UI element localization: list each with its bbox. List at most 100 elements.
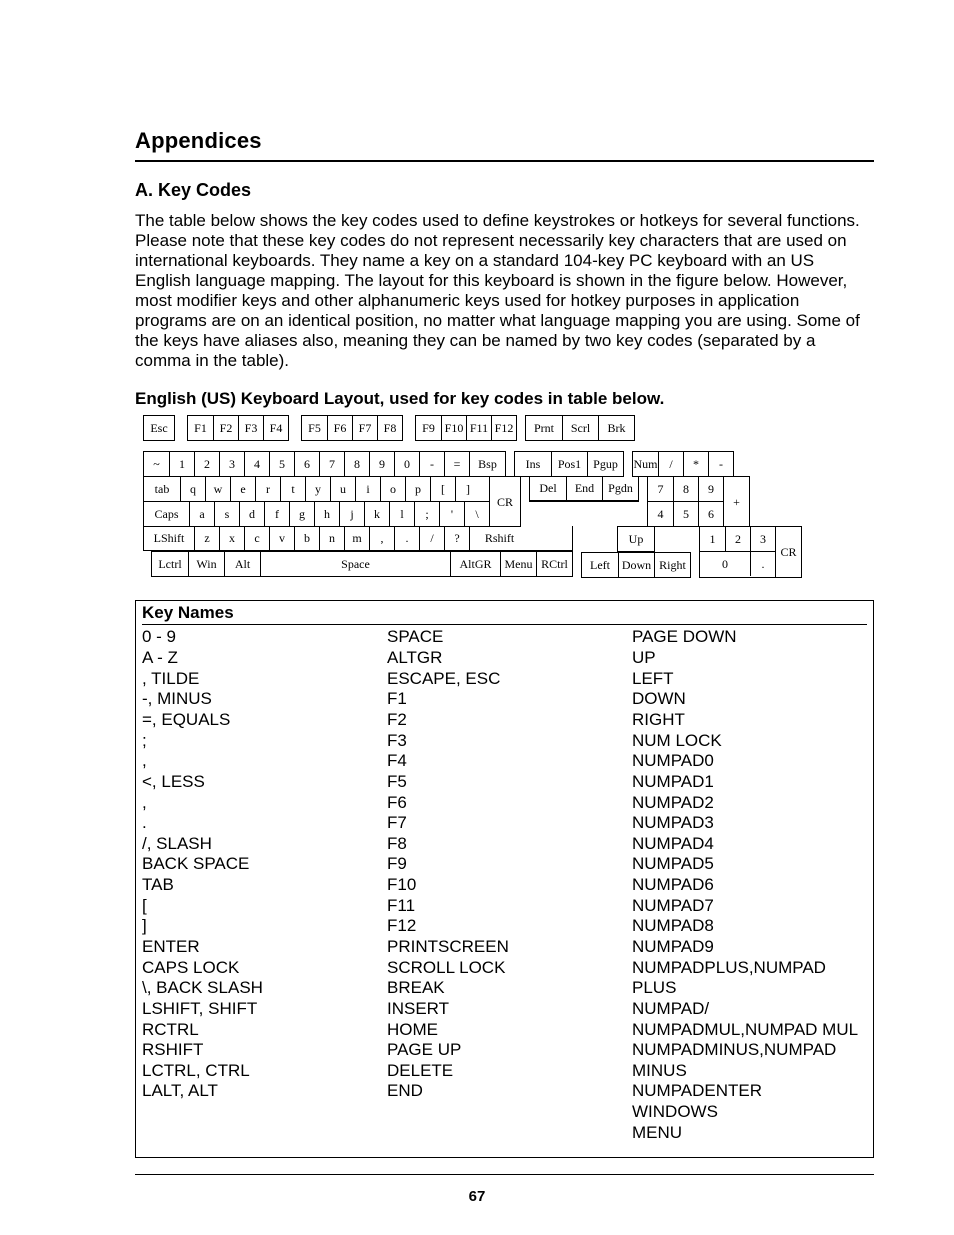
key--: -	[708, 452, 733, 476]
key--: ,	[369, 526, 394, 550]
page-number: 67	[0, 1188, 954, 1205]
key-name-entry: F8	[387, 834, 632, 855]
key-name-entry: ESCAPE, ESC	[387, 669, 632, 690]
key-name-entry: SCROLL LOCK	[387, 958, 632, 979]
key-name-entry: NUMPAD7	[632, 896, 867, 917]
key-name-entry: F11	[387, 896, 632, 917]
key-name-entry: TAB	[142, 875, 387, 896]
key-names-col2: SPACEALTGRESCAPE, ESCF1F2F3F4F5F6F7F8F9F…	[387, 627, 632, 1143]
key-tab: tab	[144, 477, 180, 501]
key-name-entry: WINDOWS	[632, 1102, 867, 1123]
key-f12: F12	[491, 416, 516, 440]
key-numpad-plus: +	[723, 477, 749, 526]
key-name-entry: BACK SPACE	[142, 854, 387, 875]
key-o: o	[380, 477, 405, 501]
key-caps: Caps	[144, 502, 189, 526]
key-f2: F2	[213, 416, 238, 440]
key-win: Win	[188, 552, 224, 576]
key-4: 4	[648, 502, 673, 526]
key-name-entry: F1	[387, 689, 632, 710]
key-5: 5	[269, 452, 294, 476]
key-0: 0	[394, 452, 419, 476]
section-a-heading: A. Key Codes	[135, 180, 874, 201]
key-brk: Brk	[598, 416, 634, 440]
key-name-entry: , TILDE	[142, 669, 387, 690]
key-j: j	[339, 502, 364, 526]
key-rshift: Rshift	[469, 526, 529, 550]
key-name-entry: LCTRL, CTRL	[142, 1061, 387, 1082]
key-name-entry: F2	[387, 710, 632, 731]
key--: *	[683, 452, 708, 476]
key-name-entry: NUMPAD1	[632, 772, 867, 793]
key-name-entry: NUMPAD/	[632, 999, 867, 1020]
key-name-entry: SPACE	[387, 627, 632, 648]
key-name-entry: INSERT	[387, 999, 632, 1020]
key-name-entry: /, SLASH	[142, 834, 387, 855]
key-name-entry: BREAK	[387, 978, 632, 999]
key-8: 8	[673, 477, 698, 501]
key--: [	[430, 477, 455, 501]
key-name-entry: 0 - 9	[142, 627, 387, 648]
key--: ~	[144, 452, 169, 476]
key-3: 3	[750, 527, 775, 551]
key-9: 9	[369, 452, 394, 476]
key-down: Down	[618, 553, 654, 577]
key-space: Space	[260, 552, 450, 576]
key-name-entry: [	[142, 896, 387, 917]
key-f6: F6	[327, 416, 352, 440]
key-alt: Alt	[224, 552, 260, 576]
key-r: r	[255, 477, 280, 501]
key-del: Del	[530, 476, 566, 500]
key-scrl: Scrl	[562, 416, 598, 440]
key-name-entry: F6	[387, 793, 632, 814]
key-5: 5	[673, 502, 698, 526]
key-h: h	[314, 502, 339, 526]
key-bsp: Bsp	[469, 452, 505, 476]
key-m: m	[344, 526, 369, 550]
key-names-title: Key Names	[142, 603, 867, 623]
key-name-entry: RSHIFT	[142, 1040, 387, 1061]
key-name-entry: LEFT	[632, 669, 867, 690]
key-9: 9	[698, 477, 723, 501]
key-name-entry: F4	[387, 751, 632, 772]
key--: ;	[414, 502, 439, 526]
keyboard-diagram: Esc F1F2F3F4 F5F6F7F8 F9F10F11F12 PrntSc…	[143, 415, 874, 578]
key-name-entry: ;	[142, 731, 387, 752]
key-0: 0	[700, 552, 750, 576]
key-name-entry: PRINTSCREEN	[387, 937, 632, 958]
key-name-entry: NUMPADMUL,NUMPAD MUL	[632, 1020, 867, 1041]
key-name-entry: ALTGR	[387, 648, 632, 669]
key-f1: F1	[188, 416, 213, 440]
key-6: 6	[698, 502, 723, 526]
key-name-entry: .	[142, 813, 387, 834]
key-f7: F7	[352, 416, 377, 440]
key-name-entry: HOME	[387, 1020, 632, 1041]
key-l: l	[389, 502, 414, 526]
key-names-col3: PAGE DOWNUPLEFTDOWNRIGHTNUM LOCKNUMPAD0N…	[632, 627, 867, 1143]
key-f9: F9	[416, 416, 441, 440]
key-4: 4	[244, 452, 269, 476]
key-menu: Menu	[500, 552, 536, 576]
key-name-entry: DOWN	[632, 689, 867, 710]
key-name-entry: NUMPADMINUS,NUMPAD MINUS	[632, 1040, 867, 1081]
key-name-entry: ,	[142, 793, 387, 814]
key-1: 1	[700, 527, 725, 551]
key-x: x	[219, 526, 244, 550]
key-name-entry: NUMPADENTER	[632, 1081, 867, 1102]
key-name-entry: END	[387, 1081, 632, 1102]
key-name-entry: PAGE DOWN	[632, 627, 867, 648]
key-name-entry: MENU	[632, 1123, 867, 1144]
key-c: c	[244, 526, 269, 550]
key-left: Left	[582, 553, 618, 577]
key-name-entry: -, MINUS	[142, 689, 387, 710]
key-name-entry: NUMPAD6	[632, 875, 867, 896]
key--: .	[750, 552, 775, 576]
key-name-entry: UP	[632, 648, 867, 669]
key-f: f	[264, 502, 289, 526]
key-n: n	[319, 526, 344, 550]
key--: \	[464, 502, 489, 526]
key-up: Up	[618, 527, 654, 551]
key-name-entry: NUMPAD8	[632, 916, 867, 937]
key-name-entry: A - Z	[142, 648, 387, 669]
key-name-entry: F9	[387, 854, 632, 875]
